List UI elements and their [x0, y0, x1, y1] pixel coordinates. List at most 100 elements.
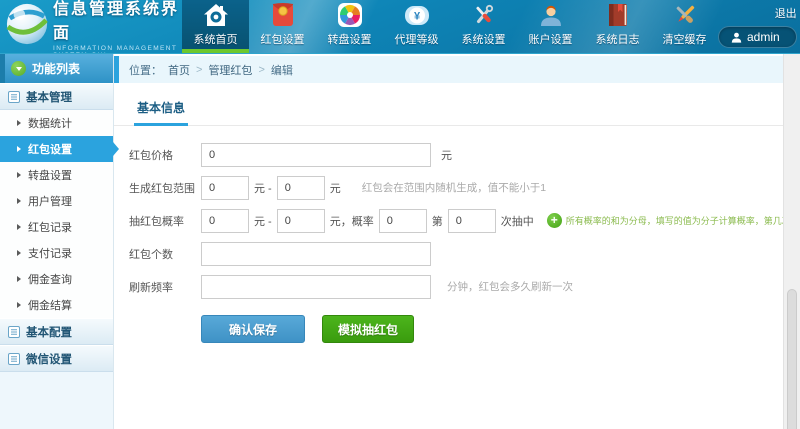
probability-hint-text: 所有概率的和为分母，填写的值为分子计算概率，第几次可以不填: [566, 214, 800, 227]
form-row-probability: 抽红包概率 元 - 元，概率 第 次抽中 + 所有概率的和为分母，填写的值为分子…: [129, 208, 783, 233]
color-wheel-icon: [337, 0, 363, 28]
breadcrumb-label: 位置：: [129, 62, 162, 78]
logo-text: 信息管理系统界面 INFORMATION MANAGEMENT SYSTEM G…: [53, 0, 182, 54]
nav-label: 系统设置: [462, 31, 506, 47]
sidebar-item-payment-records[interactable]: 支付记录: [0, 240, 113, 266]
top-header: 信息管理系统界面 INFORMATION MANAGEMENT SYSTEM G…: [0, 0, 800, 54]
triangle-bullet-icon: [17, 276, 21, 282]
sidebar-section-wechat-settings[interactable]: 微信设置: [0, 345, 113, 372]
vertical-scrollbar-track[interactable]: [783, 54, 800, 429]
clear-cache-icon: [672, 0, 698, 28]
user-icon: [731, 32, 742, 43]
triangle-bullet-icon: [17, 120, 21, 126]
nav-label: 清空缓存: [663, 31, 707, 47]
add-probability-icon[interactable]: +: [547, 213, 562, 228]
nav-item-wheel-settings[interactable]: 转盘设置: [316, 0, 383, 53]
breadcrumb-separator: >: [258, 64, 264, 76]
nav-label: 代理等级: [395, 31, 439, 47]
probability-label: 抽红包概率: [129, 213, 201, 229]
main-nav: 系统首页 红包设置: [182, 0, 718, 53]
form-row-range: 生成红包范围 元 - 元 红包会在范围内随机生成，值不能小于1: [129, 175, 783, 200]
count-input[interactable]: [201, 242, 431, 266]
sidebar-item-commission-settlement[interactable]: 佣金结算: [0, 292, 113, 318]
triangle-bullet-icon: [17, 198, 21, 204]
logout-link[interactable]: 退出: [775, 5, 797, 21]
nav-label: 系统首页: [194, 31, 238, 47]
section-label: 基本管理: [26, 89, 72, 105]
simulate-draw-button[interactable]: 模拟抽红包: [322, 315, 414, 343]
nav-item-system-settings[interactable]: 系统设置: [450, 0, 517, 53]
log-book-icon: [605, 0, 631, 28]
sidebar-menu: 数据统计 红包设置 转盘设置 用户管理 红包记录 支付记录: [0, 110, 113, 318]
sidebar-title: 功能列表: [0, 54, 113, 83]
price-label: 红包价格: [129, 147, 201, 163]
breadcrumb-section-link[interactable]: 管理红包: [208, 62, 252, 78]
prob-times-input[interactable]: [448, 209, 496, 233]
edit-form: 红包价格 元 生成红包范围 元 - 元 红包会在范围内随机生成，值不能小于1 抽…: [114, 126, 783, 343]
save-button[interactable]: 确认保存: [201, 315, 305, 343]
nav-item-system-log[interactable]: 系统日志: [584, 0, 651, 53]
tab-basic-info[interactable]: 基本信息: [134, 95, 188, 126]
price-input[interactable]: [201, 143, 431, 167]
logo-sphere-icon: [5, 2, 49, 51]
breadcrumb-separator: >: [196, 64, 202, 76]
sidebar-item-redpacket-records[interactable]: 红包记录: [0, 214, 113, 240]
section-label: 微信设置: [26, 351, 72, 367]
refresh-hint: 分钟，红包会多久刷新一次: [447, 279, 573, 294]
triangle-bullet-icon: [17, 224, 21, 230]
svg-text:¥: ¥: [413, 11, 420, 23]
sidebar-item-redpacket-settings[interactable]: 红包设置: [0, 136, 113, 162]
count-label: 红包个数: [129, 246, 201, 262]
app-subtitle: INFORMATION MANAGEMENT SYSTEM GUI: [53, 45, 182, 55]
range-max-input[interactable]: [277, 176, 325, 200]
prob-rate-input[interactable]: [379, 209, 427, 233]
sidebar-item-user-management[interactable]: 用户管理: [0, 188, 113, 214]
sidebar-section-basic-management[interactable]: 基本管理: [0, 83, 113, 110]
form-row-price: 红包价格 元: [129, 142, 783, 167]
probability-hint: + 所有概率的和为分母，填写的值为分子计算概率，第几次可以不填: [539, 213, 800, 228]
chevron-down-circle-icon: [11, 61, 26, 76]
triangle-bullet-icon: [17, 172, 21, 178]
home-icon: [203, 0, 229, 28]
nav-item-redpacket-settings[interactable]: 红包设置: [249, 0, 316, 53]
sidebar-item-commission-query[interactable]: 佣金查询: [0, 266, 113, 292]
nav-item-home[interactable]: 系统首页: [182, 0, 249, 53]
nav-label: 系统日志: [596, 31, 640, 47]
nav-label: 红包设置: [261, 31, 305, 47]
menu-item-label: 佣金结算: [28, 297, 72, 313]
nav-item-clear-cache[interactable]: 清空缓存: [651, 0, 718, 53]
refresh-input[interactable]: [201, 275, 431, 299]
range-min-input[interactable]: [201, 176, 249, 200]
vertical-scrollbar-thumb[interactable]: [787, 289, 797, 429]
nav-item-agent-level[interactable]: ¥ 代理等级: [383, 0, 450, 53]
app-window: 信息管理系统界面 INFORMATION MANAGEMENT SYSTEM G…: [0, 0, 800, 429]
price-unit: 元: [441, 147, 452, 163]
menu-item-label: 转盘设置: [28, 167, 72, 183]
prob-sep2: 元，概率: [330, 213, 374, 229]
nav-item-account-settings[interactable]: 账户设置: [517, 0, 584, 53]
red-envelope-icon: [270, 0, 296, 28]
prob-min-input[interactable]: [201, 209, 249, 233]
section-label: 基本配置: [26, 324, 72, 340]
header-right: 退出 admin: [718, 0, 800, 53]
sidebar-item-data-stats[interactable]: 数据统计: [0, 110, 113, 136]
prob-max-input[interactable]: [277, 209, 325, 233]
sidebar-item-wheel-settings[interactable]: 转盘设置: [0, 162, 113, 188]
triangle-bullet-icon: [17, 302, 21, 308]
sidebar-section-basic-config[interactable]: 基本配置: [0, 318, 113, 345]
menu-item-label: 红包记录: [28, 219, 72, 235]
username: admin: [747, 30, 780, 44]
breadcrumb-home-link[interactable]: 首页: [168, 62, 190, 78]
menu-item-label: 佣金查询: [28, 271, 72, 287]
menu-item-label: 红包设置: [28, 141, 72, 157]
list-icon: [8, 91, 20, 103]
list-icon: [8, 353, 20, 365]
prob-suffix: 次抽中: [501, 213, 534, 229]
user-badge[interactable]: admin: [718, 26, 797, 48]
nav-label: 转盘设置: [328, 31, 372, 47]
tools-icon: [471, 0, 497, 28]
form-row-refresh: 刷新频率 分钟，红包会多久刷新一次: [129, 274, 783, 299]
form-buttons: 确认保存 模拟抽红包: [129, 315, 783, 343]
triangle-bullet-icon: [17, 146, 21, 152]
breadcrumb: 位置： 首页 > 管理红包 > 编辑: [114, 56, 783, 83]
